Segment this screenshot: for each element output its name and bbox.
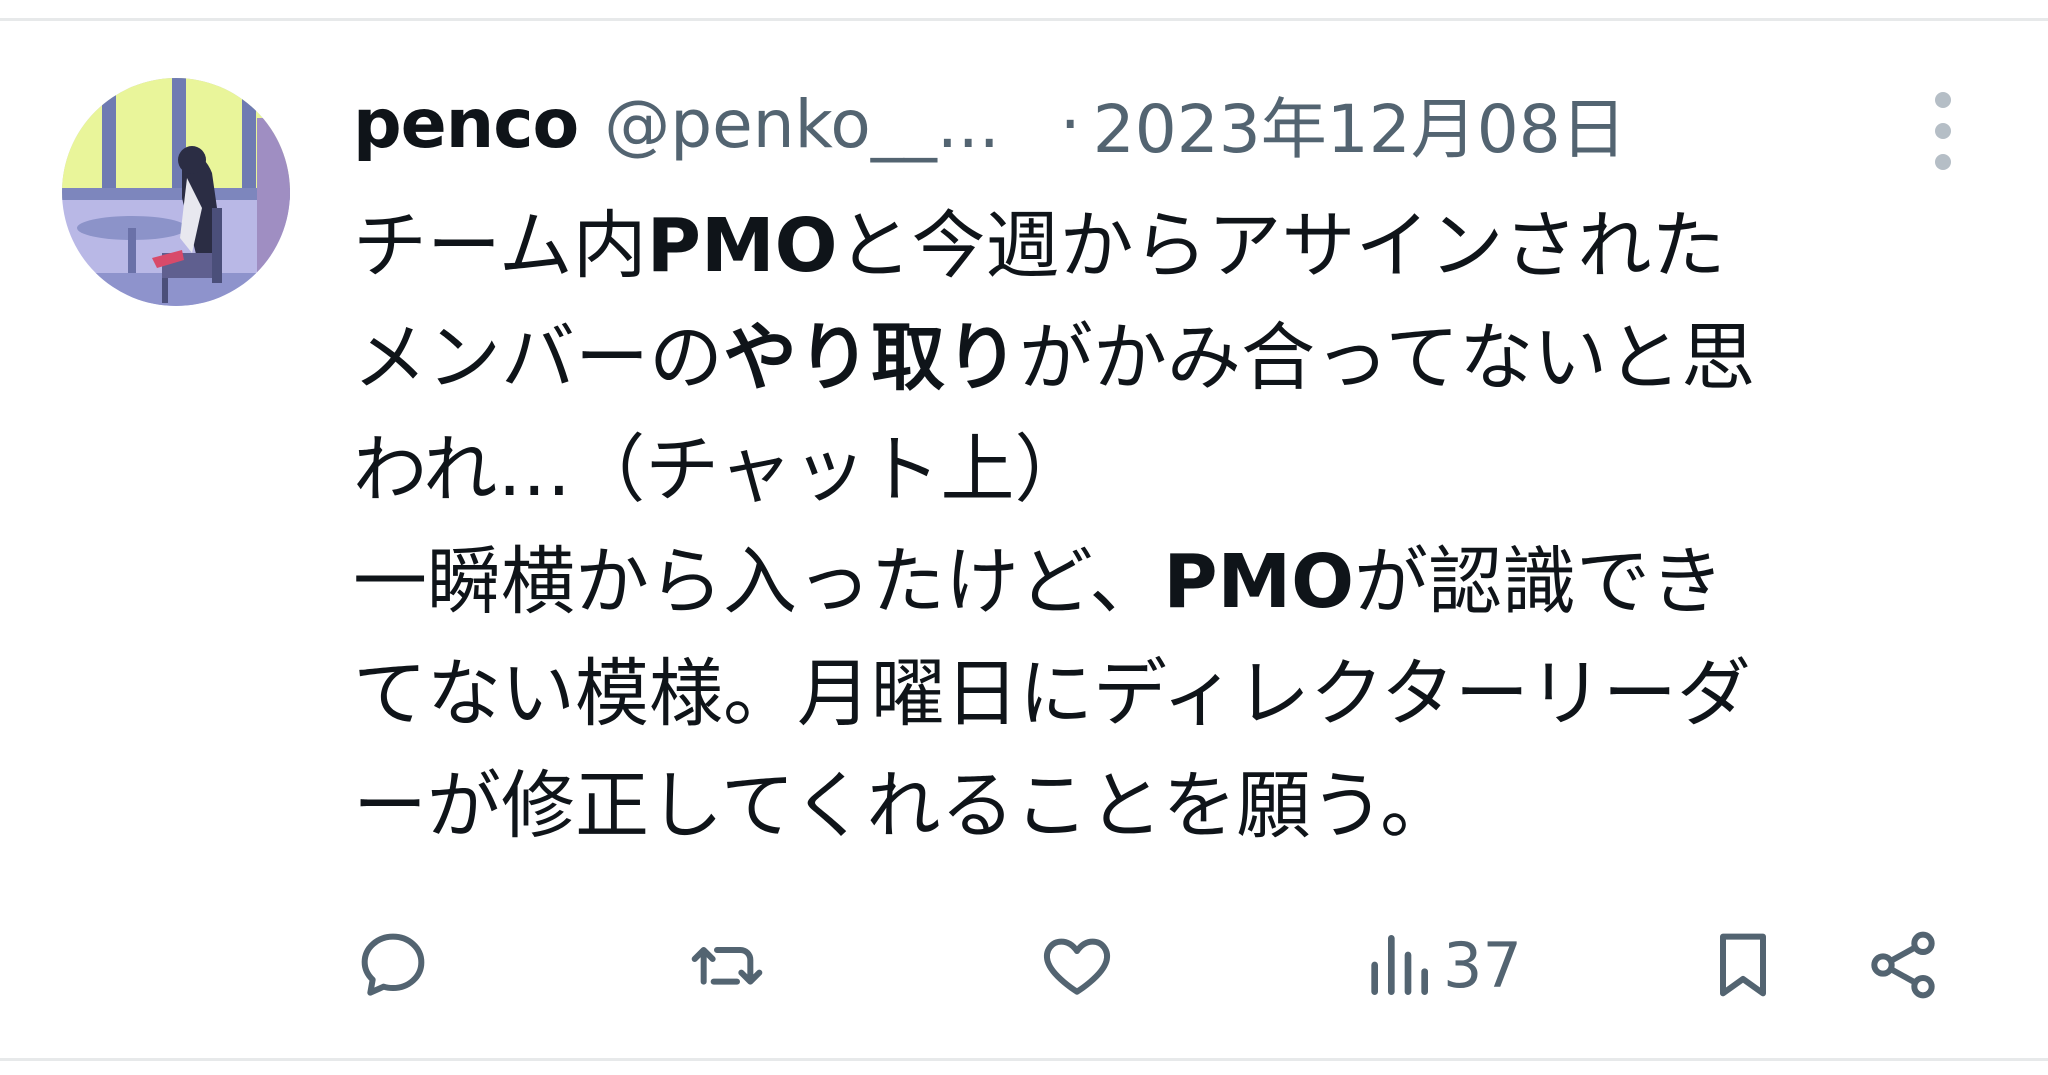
share-icon <box>1871 931 1935 999</box>
top-divider <box>0 18 2048 21</box>
bookmark-icon <box>1720 933 1766 997</box>
tweet-line: メンバーのやり取りがかみ合ってないと思 <box>353 315 1756 401</box>
share-button[interactable] <box>1861 915 1945 1015</box>
timestamp[interactable]: 2023年12月08日 <box>1093 76 1627 172</box>
avatar-illustration-icon <box>62 78 290 306</box>
reply-button[interactable] <box>353 915 433 1015</box>
display-name[interactable]: penco <box>353 85 579 164</box>
views-chart-icon <box>1371 935 1428 995</box>
avatar[interactable] <box>62 78 290 306</box>
tweet-line: てない模様。月曜日にディレクターリーダ <box>353 651 1751 737</box>
user-handle[interactable]: @penko__... <box>604 86 1000 163</box>
retweet-button[interactable] <box>685 915 769 1015</box>
bookmark-button[interactable] <box>1703 915 1783 1015</box>
views-count: 37 <box>1443 928 1522 1002</box>
views-button[interactable]: 37 <box>1363 915 1522 1015</box>
retweet-icon <box>691 947 763 985</box>
action-bar: 37 <box>353 915 1973 1015</box>
bottom-divider <box>0 1058 2048 1061</box>
heart-icon <box>1043 938 1111 995</box>
tweet-line: 一瞬横から入ったけど、PMOが認識でき <box>353 539 1725 625</box>
reply-icon <box>361 933 425 996</box>
tweet-text: チーム内PMOと今週からアサインされた メンバーのやり取りがかみ合ってないと思 … <box>353 190 1993 862</box>
like-button[interactable] <box>1035 915 1119 1015</box>
tweet-header: penco @penko__... · 2023年12月08日 <box>353 74 1627 174</box>
tweet-line: われ…（チャット上） <box>353 427 1089 513</box>
tweet-line: ーが修正してくれることを願う。 <box>353 763 1455 849</box>
separator-dot: · <box>1059 85 1081 163</box>
tweet-line: チーム内PMOと今週からアサインされた <box>353 203 1726 289</box>
more-options-button[interactable] <box>1915 86 1971 176</box>
more-vertical-icon <box>1935 92 1951 170</box>
